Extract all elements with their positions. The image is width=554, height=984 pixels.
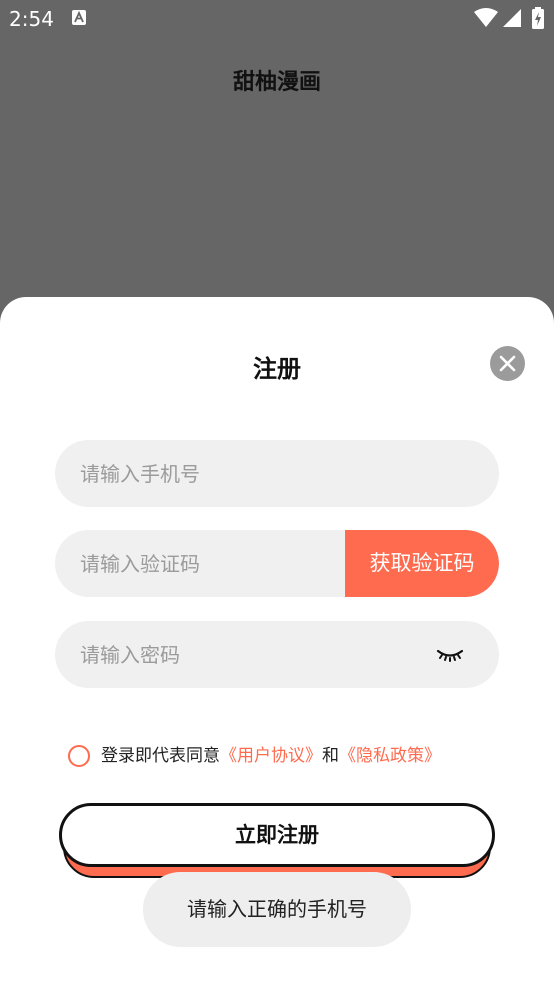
phone-field [55,440,499,507]
toast-message: 请输入正确的手机号 [143,872,411,947]
agreement-radio[interactable] [68,745,90,767]
user-agreement-link[interactable]: 《用户协议》 [220,746,322,766]
status-time: 2:54 [9,7,54,31]
close-button[interactable] [490,346,525,381]
phone-input[interactable] [80,440,380,507]
password-input[interactable] [80,621,380,688]
privacy-policy-link[interactable]: 《隐私政策》 [339,746,441,766]
code-input[interactable] [80,530,330,597]
password-field [55,621,499,688]
code-field: 获取验证码 [55,530,499,597]
get-code-button[interactable]: 获取验证码 [345,530,499,597]
a-notification-icon [72,10,86,25]
eye-closed-icon[interactable] [435,643,465,665]
battery-icon [532,7,544,29]
wifi-icon [474,8,498,27]
app-title: 甜柚漫画 [232,70,321,95]
signal-icon [503,9,521,27]
agreement-and: 和 [322,746,339,766]
register-button[interactable]: 立即注册 [59,803,495,867]
agreement-text: 登录即代表同意《用户协议》和《隐私政策》 [101,744,441,768]
agreement-prefix: 登录即代表同意 [101,746,220,766]
status-bar: 2:54 [0,0,554,40]
sheet-title: 注册 [253,355,301,383]
close-icon [499,355,516,372]
